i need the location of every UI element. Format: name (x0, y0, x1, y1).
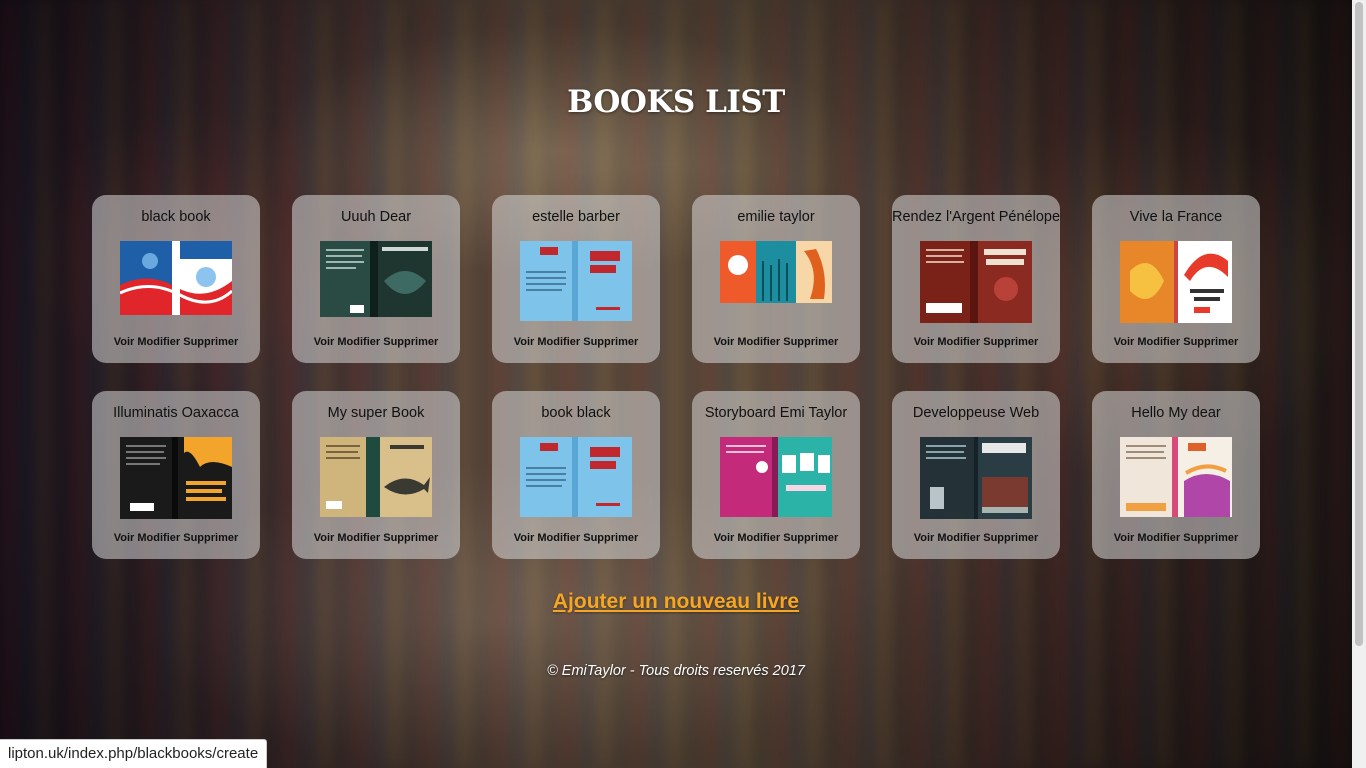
edit-link[interactable]: Modifier (737, 532, 780, 544)
view-link[interactable]: Voir (714, 532, 735, 544)
book-actions: Voir Modifier Supprimer (892, 532, 1060, 544)
edit-link[interactable]: Modifier (337, 336, 380, 348)
delete-link[interactable]: Supprimer (583, 532, 638, 544)
book-card: Rendez l'Argent Pénélope Voir Modifier S… (892, 195, 1060, 363)
delete-link[interactable]: Supprimer (1183, 336, 1238, 348)
book-cover-image (520, 241, 632, 321)
view-link[interactable]: Voir (1114, 336, 1135, 348)
view-link[interactable]: Voir (114, 336, 135, 348)
book-card: book black Voir Modifier Supprimer (492, 391, 660, 559)
book-actions: Voir Modifier Supprimer (692, 532, 860, 544)
book-actions: Voir Modifier Supprimer (492, 336, 660, 348)
book-title: Vive la France (1129, 209, 1223, 225)
delete-link[interactable]: Supprimer (183, 532, 238, 544)
footer-copyright: © EmiTaylor - Tous droits reservés 2017 (547, 663, 805, 679)
delete-link[interactable]: Supprimer (383, 336, 438, 348)
book-title: Uuuh Dear (340, 209, 412, 225)
book-actions: Voir Modifier Supprimer (692, 336, 860, 348)
edit-link[interactable]: Modifier (137, 532, 180, 544)
book-actions: Voir Modifier Supprimer (292, 532, 460, 544)
view-link[interactable]: Voir (1114, 532, 1135, 544)
book-title: Rendez l'Argent Pénélope (892, 209, 1061, 225)
book-title: estelle barber (532, 209, 620, 225)
book-title: emilie taylor (737, 209, 815, 225)
book-card: My super Book Voir Modifier Supprimer (292, 391, 460, 559)
book-card: Uuuh Dear Voir Modifier Supprimer (292, 195, 460, 363)
delete-link[interactable]: Supprimer (183, 336, 238, 348)
view-link[interactable]: Voir (514, 336, 535, 348)
page: BOOKS LIST black book Voir Modifier Supp… (0, 0, 1352, 768)
book-card: Hello My dear Voir Modifier Supprimer (1092, 391, 1260, 559)
book-cover-image (920, 241, 1032, 323)
book-cover-image (920, 437, 1032, 519)
add-book-link[interactable]: Ajouter un nouveau livre (553, 590, 799, 613)
scrollbar-thumb[interactable] (1355, 2, 1363, 646)
edit-link[interactable]: Modifier (537, 532, 580, 544)
book-card: Illuminatis Oaxacca Voir Modifier Suppri… (92, 391, 260, 559)
book-cover-image (320, 437, 432, 517)
book-cover-image (1120, 437, 1232, 517)
delete-link[interactable]: Supprimer (783, 532, 838, 544)
book-cover-image (720, 437, 832, 517)
book-actions: Voir Modifier Supprimer (892, 336, 1060, 348)
book-actions: Voir Modifier Supprimer (1092, 336, 1260, 348)
book-card: Developpeuse Web Voir Modifier Supprimer (892, 391, 1060, 559)
book-title: Hello My dear (1131, 405, 1221, 421)
book-card: Vive la France Voir Modifier Supprimer (1092, 195, 1260, 363)
delete-link[interactable]: Supprimer (1183, 532, 1238, 544)
edit-link[interactable]: Modifier (537, 336, 580, 348)
add-book-section: Ajouter un nouveau livre (0, 590, 1352, 614)
book-cover-image (120, 437, 232, 519)
view-link[interactable]: Voir (314, 336, 335, 348)
delete-link[interactable]: Supprimer (983, 336, 1038, 348)
book-cover-image (1120, 241, 1232, 323)
book-cover-image (320, 241, 432, 317)
view-link[interactable]: Voir (514, 532, 535, 544)
vertical-scrollbar[interactable] (1352, 0, 1366, 768)
delete-link[interactable]: Supprimer (383, 532, 438, 544)
book-card: black book Voir Modifier Supprimer (92, 195, 260, 363)
book-title: My super Book (327, 405, 425, 421)
book-title: black book (141, 209, 211, 225)
view-link[interactable]: Voir (714, 336, 735, 348)
view-link[interactable]: Voir (314, 532, 335, 544)
book-actions: Voir Modifier Supprimer (1092, 532, 1260, 544)
book-actions: Voir Modifier Supprimer (492, 532, 660, 544)
edit-link[interactable]: Modifier (337, 532, 380, 544)
book-cover-image (720, 241, 832, 303)
edit-link[interactable]: Modifier (737, 336, 780, 348)
delete-link[interactable]: Supprimer (983, 532, 1038, 544)
delete-link[interactable]: Supprimer (583, 336, 638, 348)
book-actions: Voir Modifier Supprimer (92, 532, 260, 544)
book-cover-image (120, 241, 232, 315)
edit-link[interactable]: Modifier (1137, 336, 1180, 348)
edit-link[interactable]: Modifier (937, 336, 980, 348)
page-title: BOOKS LIST (567, 84, 785, 120)
view-link[interactable]: Voir (914, 532, 935, 544)
book-actions: Voir Modifier Supprimer (292, 336, 460, 348)
book-card: emilie taylor Voir Modifier Supprimer (692, 195, 860, 363)
delete-link[interactable]: Supprimer (783, 336, 838, 348)
view-link[interactable]: Voir (114, 532, 135, 544)
books-grid: black book Voir Modifier Supprimer Uuuh … (92, 195, 1260, 559)
edit-link[interactable]: Modifier (1137, 532, 1180, 544)
link-status-bar: lipton.uk/index.php/blackbooks/create (0, 739, 268, 768)
book-title: book black (541, 405, 611, 421)
book-card: Storyboard Emi Taylor Voir Modifier Supp… (692, 391, 860, 559)
view-link[interactable]: Voir (914, 336, 935, 348)
book-title: Storyboard Emi Taylor (704, 405, 848, 421)
book-title: Developpeuse Web (912, 405, 1040, 421)
book-actions: Voir Modifier Supprimer (92, 336, 260, 348)
book-title: Illuminatis Oaxacca (113, 405, 239, 421)
book-card: estelle barber Voir Modifier Supprimer (492, 195, 660, 363)
edit-link[interactable]: Modifier (137, 336, 180, 348)
edit-link[interactable]: Modifier (937, 532, 980, 544)
book-cover-image (520, 437, 632, 517)
